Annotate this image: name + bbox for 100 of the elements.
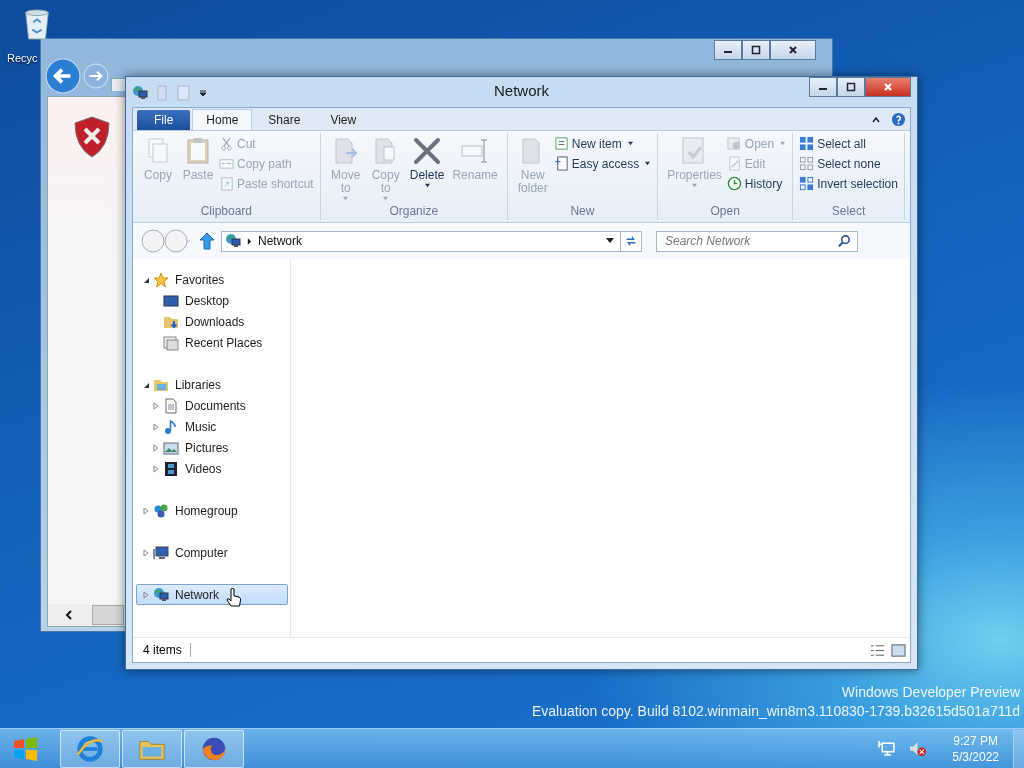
- maximize-button[interactable]: [742, 40, 770, 60]
- collapsed-arrow-icon[interactable]: [152, 443, 160, 452]
- command-label: Select none: [817, 156, 881, 171]
- maximize-icon: [751, 45, 761, 55]
- command-label: Cut: [237, 136, 256, 151]
- desktop-icon: [163, 292, 179, 309]
- taskbar-button[interactable]: [60, 729, 120, 768]
- minimize-button[interactable]: [714, 40, 742, 60]
- music-note-icon: [163, 418, 179, 435]
- caret-icon: [382, 196, 390, 201]
- scroll-left-icon[interactable]: [64, 610, 74, 620]
- ribbon-tab[interactable]: Share: [254, 109, 315, 130]
- dropdown-icon[interactable]: [606, 238, 614, 244]
- command-label: Properties: [667, 169, 722, 182]
- tree-item[interactable]: Libraries: [136, 374, 288, 395]
- command-label: Paste shortcut: [237, 176, 314, 191]
- caret-icon: [690, 183, 698, 188]
- collapsed-arrow-icon[interactable]: [152, 422, 160, 431]
- ribbon-command[interactable]: Delete: [406, 133, 448, 204]
- close-button[interactable]: [770, 40, 816, 60]
- command-label: Copy: [144, 169, 172, 182]
- close-button[interactable]: [865, 77, 911, 97]
- group-label: Organize: [388, 204, 440, 220]
- desktop-icon-label[interactable]: Recyc: [7, 52, 38, 64]
- collapsed-arrow-icon[interactable]: [152, 464, 160, 473]
- breadcrumb[interactable]: Network: [258, 234, 302, 248]
- tree-item[interactable]: Homegroup: [136, 500, 288, 521]
- tree-item[interactable]: Videos: [136, 458, 288, 479]
- film-icon: [163, 460, 179, 477]
- command-label: Invert selection: [817, 176, 898, 191]
- new-item-icon: [553, 136, 569, 151]
- address-bar[interactable]: Network: [221, 230, 621, 252]
- shortcut-icon: [219, 176, 234, 191]
- command-label: Copy to: [371, 169, 400, 195]
- ribbon-command[interactable]: Select none: [799, 156, 898, 171]
- command-label: Delete: [409, 169, 445, 182]
- tree-item[interactable]: Pictures: [136, 437, 288, 458]
- ribbon-command[interactable]: Select all: [799, 136, 898, 151]
- edit-icon: [726, 156, 742, 171]
- ribbon-command[interactable]: New item: [553, 136, 652, 151]
- select-all-icon: [799, 136, 815, 151]
- taskbar-button[interactable]: [184, 729, 244, 768]
- network-icon: [132, 85, 148, 101]
- large-icons-view-icon[interactable]: [891, 642, 906, 658]
- maximize-button[interactable]: [837, 77, 865, 97]
- tree-item[interactable]: Recent Places: [136, 332, 288, 353]
- customize-dropdown-icon[interactable]: [198, 88, 208, 98]
- ribbon-tab[interactable]: View: [316, 109, 371, 130]
- tree-item[interactable]: Music: [136, 416, 288, 437]
- tree-item[interactable]: Favorites: [136, 269, 288, 290]
- caret-icon: [779, 141, 787, 146]
- help-icon[interactable]: [891, 112, 906, 127]
- star-icon: [153, 271, 169, 288]
- document-icon: [163, 397, 179, 414]
- ribbon-tab[interactable]: Home: [192, 109, 253, 130]
- refresh-button[interactable]: [620, 230, 642, 252]
- homegroup-icon: [153, 502, 169, 519]
- collapsed-arrow-icon[interactable]: [142, 548, 150, 557]
- scrollbar-thumb[interactable]: [92, 605, 124, 625]
- easy-access-icon: [553, 156, 569, 171]
- collapsed-arrow-icon[interactable]: [142, 506, 150, 515]
- back-button[interactable]: [45, 58, 81, 94]
- shield-error-icon: [72, 115, 112, 159]
- group-label: Open: [709, 204, 741, 220]
- scissors-icon: [219, 136, 234, 151]
- tree-item[interactable]: Downloads: [136, 311, 288, 332]
- select-none-icon: [799, 156, 815, 171]
- minimize-button[interactable]: [809, 77, 837, 97]
- command-label: Edit: [744, 156, 766, 171]
- caret-icon: [342, 196, 350, 201]
- browser-e-icon: [75, 733, 105, 764]
- tree-item[interactable]: Computer: [136, 542, 288, 563]
- collapsed-arrow-icon[interactable]: [142, 590, 150, 599]
- file-tab[interactable]: File: [137, 110, 191, 130]
- taskbar-button[interactable]: [122, 729, 182, 768]
- picture-icon: [163, 439, 179, 456]
- tree-item[interactable]: Documents: [136, 395, 288, 416]
- caret-icon: [626, 141, 634, 146]
- command-label: Copy path: [237, 156, 292, 171]
- maximize-icon: [846, 82, 856, 92]
- command-label: Move to: [331, 169, 361, 195]
- details-view-icon[interactable]: [870, 642, 885, 658]
- command-label: Rename: [452, 169, 498, 182]
- up-arrow-icon[interactable]: [199, 232, 215, 250]
- tree-item[interactable]: Network: [136, 584, 288, 605]
- breadcrumb-arrow-icon[interactable]: [247, 237, 252, 245]
- close-icon: [883, 82, 893, 92]
- recycle-bin-icon[interactable]: [22, 6, 52, 42]
- command-label: New folder: [517, 169, 548, 195]
- command-label: Paste: [182, 169, 214, 182]
- ribbon-command[interactable]: History: [726, 176, 787, 191]
- path-icon: [219, 156, 234, 171]
- collapse-ribbon-icon[interactable]: [871, 115, 881, 125]
- command-label: History: [744, 176, 783, 191]
- ribbon-command[interactable]: Invert selection: [799, 176, 898, 191]
- ribbon-command[interactable]: Easy access: [553, 156, 652, 171]
- network-status-icon[interactable]: [878, 740, 896, 757]
- muted-speaker-icon[interactable]: [909, 740, 927, 757]
- collapsed-arrow-icon[interactable]: [152, 401, 160, 410]
- tree-item[interactable]: Desktop: [136, 290, 288, 311]
